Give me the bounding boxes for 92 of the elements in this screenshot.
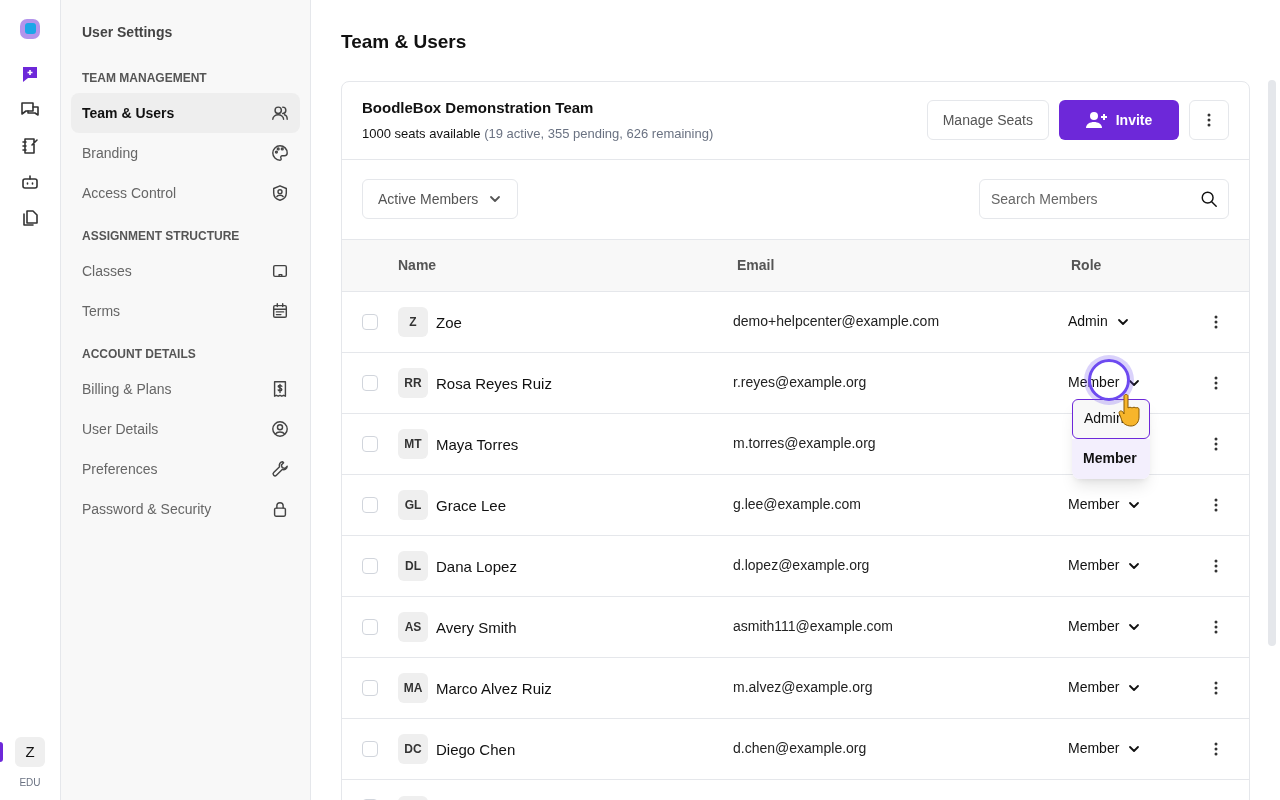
new-chat-icon[interactable]	[20, 64, 40, 84]
role-dropdown[interactable]: Member	[1068, 616, 1178, 637]
initials-avatar: DL	[398, 550, 428, 581]
sidebar-item[interactable]: User Details	[71, 409, 300, 449]
user-avatar[interactable]: Z	[15, 737, 45, 767]
row-checkbox[interactable]	[362, 435, 378, 452]
plan-label: EDU	[19, 776, 41, 790]
member-email: demo+helpcenter@example.com	[733, 312, 941, 331]
sidebar-item[interactable]: Team & Users	[71, 93, 300, 133]
search-icon[interactable]	[1200, 190, 1218, 208]
member-name: Marco Alvez Ruiz	[436, 679, 552, 700]
seat-breakdown: (19 active, 355 pending, 626 remaining)	[484, 125, 714, 141]
initials-avatar: AS	[398, 611, 428, 642]
menu-option[interactable]: Member	[1072, 438, 1150, 479]
manage-seats-button[interactable]: Manage Seats	[926, 100, 1049, 140]
documents-icon[interactable]	[20, 208, 40, 228]
more-options-icon	[1207, 113, 1211, 127]
board-icon	[271, 262, 289, 280]
member-name: Grace Lee	[436, 496, 507, 517]
member-name: Maya Torres	[436, 435, 519, 456]
invite-button[interactable]: Invite	[1059, 100, 1179, 140]
notebook-icon[interactable]	[20, 136, 40, 156]
section-heading: ACCOUNT DETAILS	[81, 346, 197, 363]
sidebar-title: User Settings	[81, 23, 174, 42]
user-circle-icon	[271, 420, 289, 438]
section-heading: ASSIGNMENT STRUCTURE	[81, 228, 241, 245]
row-checkbox[interactable]	[362, 618, 378, 635]
app-logo-icon[interactable]	[19, 18, 41, 40]
wrench-icon	[271, 460, 289, 478]
member-email: m.torres@example.org	[733, 434, 877, 453]
member-email: asmith111@example.com	[733, 617, 894, 636]
scrollbar[interactable]	[1268, 80, 1276, 646]
initials-avatar: Z	[398, 306, 428, 337]
sidebar-item[interactable]: Terms	[71, 291, 300, 331]
initials-avatar: DC	[398, 733, 428, 764]
calendar-icon	[271, 302, 289, 320]
lock-icon	[271, 500, 289, 518]
sidebar-item[interactable]: Password & Security	[71, 489, 300, 529]
member-email: d.chen@example.org	[733, 739, 868, 758]
column-header: Name	[398, 255, 438, 275]
active-indicator	[0, 742, 3, 762]
role-dropdown[interactable]: Member	[1068, 677, 1178, 698]
row-checkbox[interactable]	[362, 740, 378, 757]
role-dropdown[interactable]: Member	[1068, 494, 1178, 515]
member-email: r.reyes@example.org	[733, 373, 868, 392]
member-name: Rosa Reyes Ruiz	[436, 374, 552, 395]
member-filter-dropdown[interactable]: Active Members	[362, 179, 519, 219]
column-header: Role	[1071, 255, 1102, 275]
role-dropdown[interactable]: Member	[1068, 555, 1178, 576]
initials-avatar: MT	[398, 428, 428, 459]
more-options-icon[interactable]	[1214, 558, 1218, 573]
row-checkbox[interactable]	[362, 496, 378, 513]
more-options-icon[interactable]	[1214, 680, 1218, 695]
member-email: m.alvez@example.org	[733, 678, 874, 697]
page-title: Team & Users	[341, 30, 468, 54]
member-name: Zoe	[436, 313, 462, 334]
team-name: BoodleBox Demonstration Team	[362, 98, 595, 118]
row-checkbox[interactable]	[362, 313, 378, 330]
more-options-icon[interactable]	[1214, 436, 1218, 451]
role-dropdown[interactable]: Member	[1068, 738, 1178, 759]
member-name: Avery Smith	[436, 618, 517, 639]
add-user-icon	[1085, 111, 1108, 129]
role-dropdown[interactable]: Admin	[1068, 311, 1178, 332]
row-checkbox[interactable]	[362, 557, 378, 574]
more-options-icon[interactable]	[1214, 497, 1218, 512]
row-checkbox[interactable]	[362, 374, 378, 391]
sidebar-item[interactable]: Billing & Plans	[71, 369, 300, 409]
more-options-icon[interactable]	[1214, 741, 1218, 756]
sidebar-item[interactable]: Preferences	[71, 449, 300, 489]
search-field[interactable]: Search Members	[979, 179, 1229, 219]
more-options-icon[interactable]	[1214, 375, 1218, 390]
seats-available: 1000 seats available	[362, 125, 481, 141]
sidebar-item[interactable]: Access Control	[71, 173, 300, 213]
sidebar-item[interactable]: Branding	[71, 133, 300, 173]
sidebar-item[interactable]: Classes	[71, 251, 300, 291]
more-options-icon[interactable]	[1214, 619, 1218, 634]
initials-avatar: GL	[398, 489, 428, 520]
section-heading: TEAM MANAGEMENT	[81, 70, 208, 87]
more-options-icon[interactable]	[1214, 314, 1218, 329]
member-email: g.lee@example.com	[733, 495, 862, 514]
initials-avatar: RR	[398, 367, 428, 398]
palette-icon	[271, 144, 289, 162]
member-name: Diego Chen	[436, 740, 516, 761]
member-email: d.lopez@example.org	[733, 556, 871, 575]
robot-icon[interactable]	[20, 172, 40, 192]
column-header: Email	[737, 255, 776, 275]
dollar-receipt-icon	[271, 380, 289, 398]
member-name: Dana Lopez	[436, 557, 517, 578]
users-icon	[271, 104, 289, 122]
initials-avatar: MA	[398, 672, 428, 703]
shield-user-icon	[271, 184, 289, 202]
row-checkbox[interactable]	[362, 679, 378, 696]
